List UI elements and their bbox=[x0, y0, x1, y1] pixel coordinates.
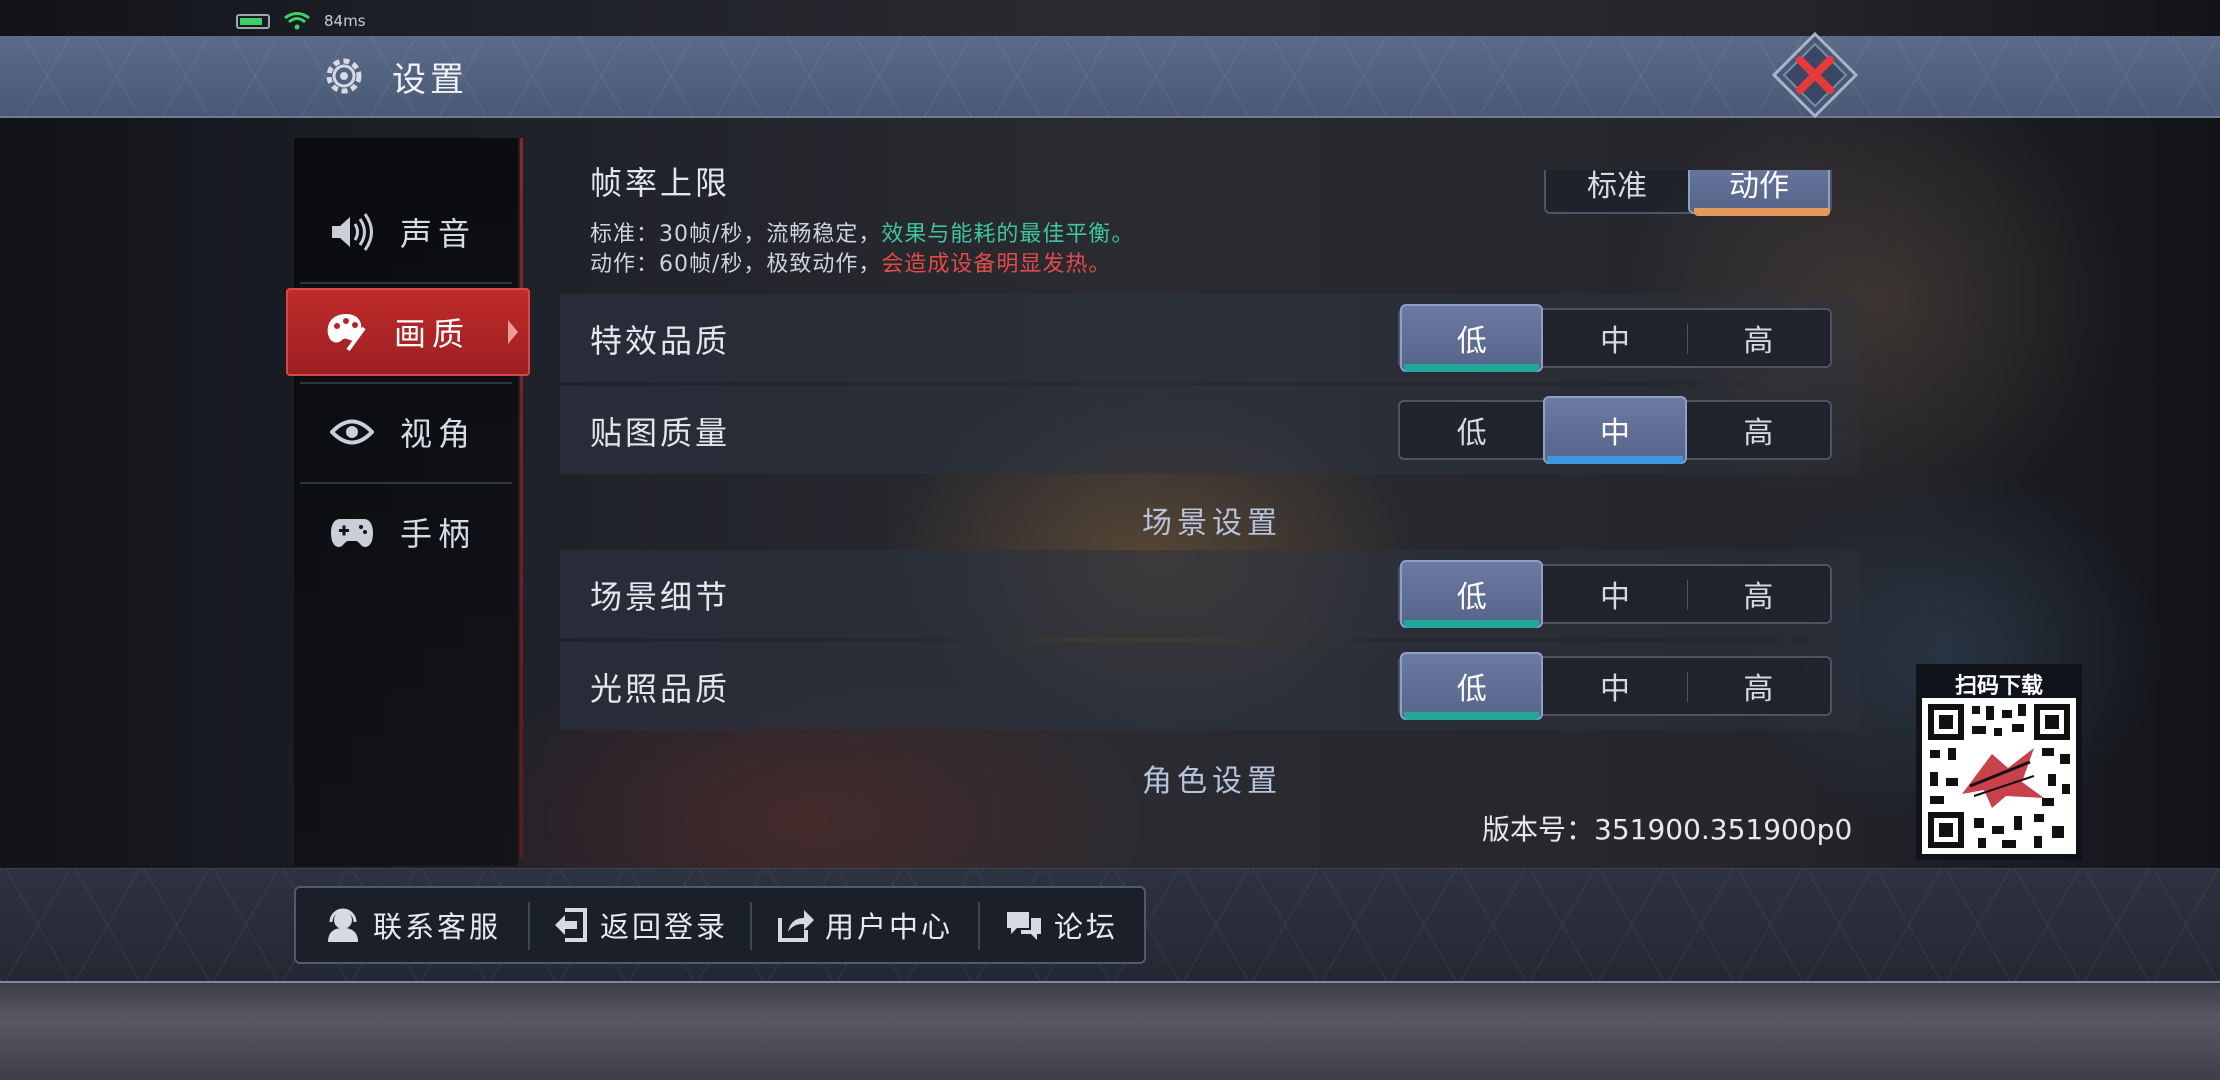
sidebar-item-label: 视角 bbox=[400, 415, 477, 453]
lighting-quality-selector: 低 中 高 bbox=[1398, 652, 1832, 720]
lighting-option-mid[interactable]: 中 bbox=[1543, 658, 1686, 714]
texture-quality-selector: 低 中 高 bbox=[1398, 396, 1832, 464]
battery-icon bbox=[236, 13, 270, 29]
scene-detail-label: 场景细节 bbox=[590, 578, 731, 616]
section-title-character: 角色设置 bbox=[1142, 764, 1282, 799]
option-label: 低 bbox=[1456, 580, 1487, 615]
effects-option-high[interactable]: 高 bbox=[1686, 310, 1830, 366]
sidebar-item-label: 声音 bbox=[400, 215, 477, 253]
texture-quality-label: 贴图质量 bbox=[590, 414, 731, 452]
gamepad-icon bbox=[330, 510, 374, 554]
lighting-option-low[interactable]: 低 bbox=[1400, 652, 1544, 720]
divider bbox=[300, 382, 512, 384]
share-icon bbox=[775, 905, 815, 945]
option-label: 低 bbox=[1456, 672, 1487, 707]
button-label: 联系客服 bbox=[372, 910, 501, 944]
speaker-icon bbox=[330, 210, 374, 254]
sidebar-item-gamepad[interactable]: 手柄 bbox=[294, 488, 518, 576]
desc-highlight-red: 会造成设备明显发热。 bbox=[881, 252, 1112, 277]
option-label: 中 bbox=[1600, 416, 1630, 451]
effects-quality-label: 特效品质 bbox=[590, 322, 731, 360]
selected-underline bbox=[1404, 620, 1540, 628]
sidebar-item-label: 画质 bbox=[394, 315, 471, 353]
desc-text: 动作：60帧/秒，极致动作， bbox=[590, 252, 882, 277]
selected-underline bbox=[1694, 208, 1830, 216]
gear-icon bbox=[326, 58, 362, 94]
divider bbox=[300, 282, 512, 284]
sidebar-item-label: 手柄 bbox=[400, 515, 477, 553]
sidebar-item-view[interactable]: 视角 bbox=[294, 388, 518, 476]
effects-option-low[interactable]: 低 bbox=[1400, 304, 1544, 372]
button-label: 返回登录 bbox=[599, 910, 728, 944]
texture-option-high[interactable]: 高 bbox=[1687, 402, 1830, 458]
selected-underline bbox=[1404, 364, 1540, 372]
qr-label: 扫码下载 bbox=[1954, 674, 2043, 699]
back-to-login-button[interactable]: 返回登录 bbox=[528, 888, 750, 962]
button-label: 论坛 bbox=[1053, 910, 1118, 944]
texture-option-mid[interactable]: 中 bbox=[1543, 396, 1687, 464]
qr-code-image bbox=[1922, 698, 2076, 854]
forum-button[interactable]: 论坛 bbox=[978, 888, 1144, 962]
divider bbox=[300, 482, 512, 484]
effects-quality-selector: 低 中 高 bbox=[1398, 304, 1832, 372]
customer-service-button[interactable]: 联系客服 bbox=[296, 888, 528, 962]
button-label: 用户中心 bbox=[824, 910, 953, 944]
bottom-actions: 联系客服 返回登录 用户中心 论坛 bbox=[294, 886, 1146, 964]
frame-rate-desc-standard: 标准：30帧/秒，流畅稳定，效果与能耗的最佳平衡。 bbox=[590, 216, 1134, 248]
frame-rate-desc-action: 动作：60帧/秒，极致动作，会造成设备明显发热。 bbox=[590, 246, 1111, 278]
scene-detail-option-mid[interactable]: 中 bbox=[1543, 566, 1686, 622]
section-title-scene: 场景设置 bbox=[1142, 506, 1282, 541]
logout-icon bbox=[550, 905, 590, 945]
selected-underline bbox=[1404, 712, 1540, 720]
lighting-option-high[interactable]: 高 bbox=[1686, 658, 1830, 714]
texture-option-low[interactable]: 低 bbox=[1400, 402, 1543, 458]
sidebar-item-sound[interactable]: 声音 bbox=[294, 188, 518, 276]
chat-bubbles-icon bbox=[1004, 905, 1044, 945]
selected-underline bbox=[1547, 456, 1683, 464]
chevron-right-icon bbox=[508, 320, 518, 344]
option-label: 低 bbox=[1456, 324, 1487, 359]
background-scene-bottom bbox=[0, 980, 2220, 1080]
close-button[interactable] bbox=[1772, 32, 1858, 118]
desc-highlight-green: 效果与能耗的最佳平衡。 bbox=[881, 222, 1135, 247]
user-center-button[interactable]: 用户中心 bbox=[750, 888, 978, 962]
headset-icon bbox=[323, 905, 363, 945]
paint-palette-icon bbox=[324, 310, 368, 354]
lighting-quality-label: 光照品质 bbox=[590, 670, 731, 708]
scene-detail-option-high[interactable]: 高 bbox=[1686, 566, 1830, 622]
effects-option-mid[interactable]: 中 bbox=[1543, 310, 1686, 366]
scene-detail-selector: 低 中 高 bbox=[1398, 560, 1832, 628]
page-title: 设置 bbox=[392, 60, 468, 100]
ping-text: 84ms bbox=[324, 12, 366, 30]
eye-icon bbox=[330, 410, 374, 454]
version-text: 版本号：351900.351900p0 bbox=[1482, 813, 1853, 846]
sidebar-divider bbox=[520, 138, 523, 858]
wifi-icon bbox=[284, 12, 310, 30]
sidebar-item-graphics[interactable]: 画质 bbox=[286, 288, 530, 376]
desc-text: 标准：30帧/秒，流畅稳定， bbox=[590, 222, 882, 247]
status-bar: 84ms bbox=[236, 10, 366, 32]
scene-detail-option-low[interactable]: 低 bbox=[1400, 560, 1544, 628]
